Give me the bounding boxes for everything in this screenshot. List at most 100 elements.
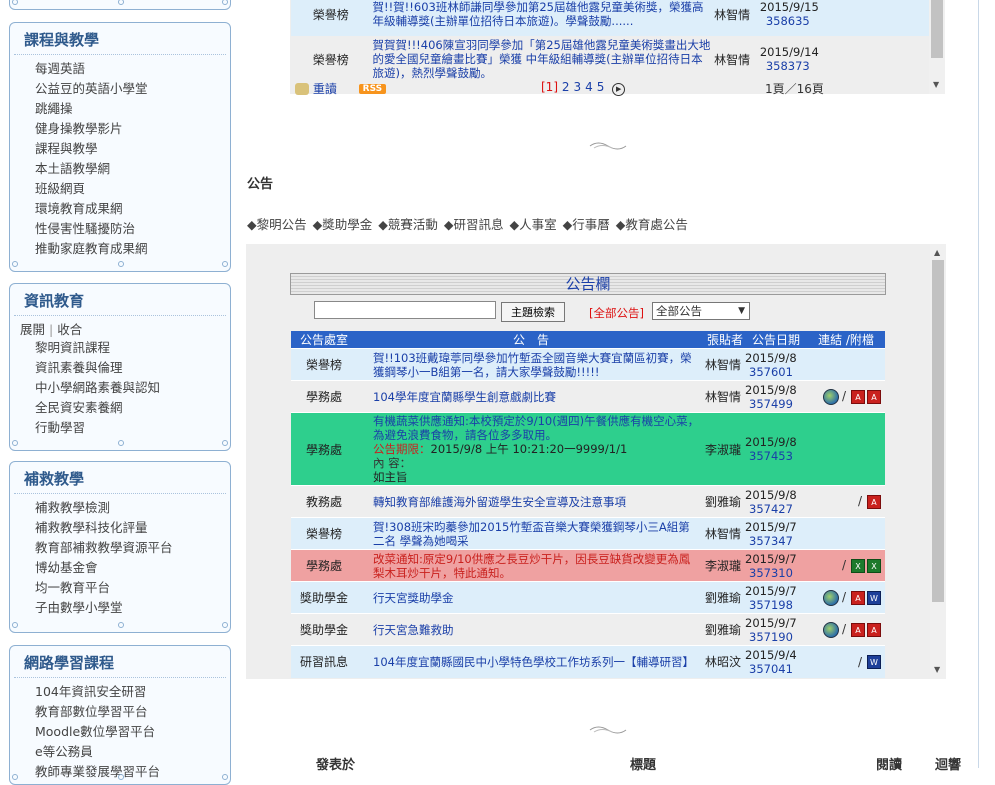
collapse-link[interactable]: 收合 bbox=[57, 322, 82, 337]
page-link[interactable]: 4 bbox=[585, 80, 593, 94]
sidebar-link[interactable]: 教育部補救教學資源平台 bbox=[35, 538, 230, 558]
globe-link-icon[interactable] bbox=[822, 589, 839, 606]
board-row: 教務處 轉知教育部維護海外留遊學生安全宣導及注意事項 劉雅瑜 2015/9/8 3… bbox=[291, 485, 885, 518]
sidebar-link[interactable]: 教育部數位學習平台 bbox=[35, 702, 230, 722]
sidebar-link[interactable]: 行動學習 bbox=[35, 418, 230, 438]
globe-link-icon[interactable] bbox=[822, 621, 839, 638]
reload-link[interactable]: 重讀 bbox=[313, 82, 337, 96]
sidebar-link[interactable]: 均一教育平台 bbox=[35, 578, 230, 598]
sidebar-link[interactable]: 黎明資訊課程 bbox=[35, 338, 230, 358]
row-title-link[interactable]: 104年度宜蘭縣國民中小學特色學校工作坊系列一【輔導研習】 bbox=[373, 655, 694, 669]
row-category: 學務處 bbox=[305, 442, 342, 457]
sidebar-link[interactable]: 跳繩操 bbox=[35, 99, 230, 119]
row-title-link[interactable]: 行天宮急難救助 bbox=[373, 623, 454, 637]
row-poster: 劉雅瑜 bbox=[705, 623, 742, 637]
sidebar-link[interactable]: 每週英語 bbox=[35, 59, 230, 79]
honor-scrollbar[interactable]: ▼ bbox=[929, 0, 945, 94]
row-attachments: / A W bbox=[807, 582, 885, 614]
filter-select-value: 全部公告 bbox=[656, 304, 702, 318]
expand-link[interactable]: 展開 bbox=[20, 322, 45, 337]
row-id-link[interactable]: 357499 bbox=[749, 397, 793, 411]
sidebar-link[interactable]: 本土語教學網 bbox=[35, 159, 230, 179]
globe-link-icon[interactable] bbox=[822, 388, 839, 405]
row-id-link[interactable]: 357347 bbox=[749, 534, 793, 548]
pdf-icon[interactable]: A bbox=[851, 389, 865, 404]
sidebar-link[interactable]: Moodle數位學習平台 bbox=[35, 722, 230, 742]
pdf-icon[interactable]: A bbox=[867, 622, 881, 637]
row-id-link[interactable]: 357427 bbox=[749, 502, 793, 516]
announce-category-link[interactable]: ◆競賽活動 bbox=[378, 217, 438, 232]
row-id-link[interactable]: 358373 bbox=[766, 59, 810, 73]
page-link[interactable]: 3 bbox=[573, 80, 581, 94]
pdf-icon[interactable]: A bbox=[867, 494, 881, 509]
row-date-value: 2015/9/8 bbox=[745, 382, 797, 397]
row-id-link[interactable]: 358635 bbox=[766, 14, 810, 28]
sidebar-link[interactable]: 子由數學小學堂 bbox=[35, 598, 230, 618]
pdf-icon[interactable]: A bbox=[851, 590, 865, 605]
sidebar-box-title: 資訊教育 bbox=[14, 284, 226, 316]
sidebar-link[interactable]: 性侵害性騷擾防治 bbox=[35, 219, 230, 239]
row-poster: 劉雅瑜 bbox=[705, 495, 742, 509]
word-icon[interactable]: W bbox=[867, 590, 881, 605]
row-id-link[interactable]: 357453 bbox=[749, 449, 793, 463]
row-category: 學務處 bbox=[305, 559, 342, 573]
excel-icon[interactable]: X bbox=[851, 558, 865, 573]
announce-category-link[interactable]: ◆人事室 bbox=[510, 217, 557, 232]
row-id-link[interactable]: 357310 bbox=[749, 566, 793, 580]
announce-category-link[interactable]: ◆研習訊息 bbox=[444, 217, 504, 232]
row-id-link[interactable]: 357041 bbox=[749, 662, 793, 676]
excel-icon[interactable]: X bbox=[867, 558, 881, 573]
board-row: 獎助學金 行天宮急難救助 劉雅瑜 2015/9/7 357190 /A A bbox=[291, 613, 885, 646]
row-title-link[interactable]: 行天宮獎助學金 bbox=[373, 591, 454, 605]
sidebar-link[interactable]: 補救教學檢測 bbox=[35, 498, 230, 518]
row-poster: 林智情 bbox=[705, 527, 742, 541]
sidebar-link[interactable]: 補救教學科技化評量 bbox=[35, 518, 230, 538]
sidebar-link[interactable]: 推動家庭教育成果網 bbox=[35, 239, 230, 259]
sidebar-link[interactable]: 班級網頁 bbox=[35, 179, 230, 199]
search-input[interactable] bbox=[314, 301, 496, 319]
board-scrollbar[interactable]: ▲ ▼ bbox=[930, 244, 946, 679]
row-attachments bbox=[807, 518, 885, 550]
sidebar-link[interactable]: 公益豆的英語小學堂 bbox=[35, 79, 230, 99]
period-value: 2015/9/8 上午 10:21:20一9999/1/1 bbox=[430, 442, 628, 456]
announce-category-link[interactable]: ◆獎助學金 bbox=[313, 217, 373, 232]
sidebar-link[interactable]: 資訊素養與倫理 bbox=[35, 358, 230, 378]
row-title-link[interactable]: 賀!!賀!!603班林師謙同學參加第25屆雄他露兒童美術獎，榮獲高年級輔導獎(主… bbox=[372, 0, 703, 28]
rss-badge[interactable]: RSS bbox=[358, 83, 387, 94]
row-poster: 林昭汶 bbox=[705, 655, 742, 670]
row-attachments: / A A bbox=[807, 381, 885, 413]
row-poster: 林智情 bbox=[714, 52, 751, 67]
row-title-link[interactable]: 改菜通知:原定9/10供應之長豆炒干片，因長豆缺貨改變更為鳳梨木耳炒干片，特此通… bbox=[373, 552, 690, 580]
announce-category-link[interactable]: ◆教育處公告 bbox=[616, 217, 688, 232]
row-id-link[interactable]: 357601 bbox=[749, 365, 793, 379]
page-link[interactable]: 2 bbox=[562, 80, 570, 94]
row-title-link[interactable]: 104學年度宜蘭縣學生創意戲劇比賽 bbox=[373, 390, 556, 404]
row-title-link[interactable]: 有機蔬菜供應通知:本校預定於9/10(週四)午餐供應有機空心菜，為避免浪費食物，… bbox=[373, 414, 699, 442]
row-id-link[interactable]: 357190 bbox=[749, 630, 793, 644]
pdf-icon[interactable]: A bbox=[867, 389, 881, 404]
filter-select[interactable]: 全部公告 ▼ bbox=[652, 302, 750, 320]
sidebar-link[interactable]: 環境教育成果網 bbox=[35, 199, 230, 219]
row-date-value: 2015/9/7 bbox=[745, 519, 797, 534]
row-title-link[interactable]: 轉知教育部維護海外留遊學生安全宣導及注意事項 bbox=[373, 495, 626, 509]
next-page-icon[interactable]: ▶ bbox=[612, 83, 626, 96]
sidebar-link[interactable]: 健身操教學影片 bbox=[35, 119, 230, 139]
search-button[interactable]: 主題檢索 bbox=[501, 302, 565, 322]
page-link[interactable]: 5 bbox=[597, 80, 605, 94]
reload-icon[interactable] bbox=[295, 82, 309, 95]
row-id-link[interactable]: 357198 bbox=[749, 598, 793, 612]
pdf-icon[interactable]: A bbox=[851, 622, 865, 637]
row-title-link[interactable]: 賀!308班宋昀蓁參加2015竹塹盃音樂大賽榮獲鋼琴小三A組第二名 學聲為她喝采 bbox=[373, 520, 690, 548]
row-title-link[interactable]: 賀賀賀!!!406陳宣羽同學參加「第25屆雄他露兒童美術獎畫出大地的愛全國兒童繪… bbox=[372, 38, 710, 80]
filter-label: [全部公告] bbox=[589, 306, 644, 320]
word-icon[interactable]: W bbox=[867, 655, 881, 669]
sidebar-link[interactable]: 全民資安素養網 bbox=[35, 398, 230, 418]
announce-category-link[interactable]: ◆行事曆 bbox=[563, 217, 610, 232]
sidebar-link[interactable]: 104年資訊安全研習 bbox=[35, 682, 230, 702]
sidebar-link[interactable]: 中小學網路素養與認知 bbox=[35, 378, 230, 398]
announce-category-link[interactable]: ◆黎明公告 bbox=[247, 217, 307, 232]
sidebar-link[interactable]: 博幼基金會 bbox=[35, 558, 230, 578]
sidebar-link[interactable]: 課程與教學 bbox=[35, 139, 230, 159]
row-category: 榮譽榜 bbox=[305, 358, 342, 372]
row-title-link[interactable]: 賀!!103班戴瑋葶同學參加竹塹盃全國音樂大賽宜蘭區初賽，榮獲鋼琴小一B組第一名… bbox=[373, 351, 692, 379]
